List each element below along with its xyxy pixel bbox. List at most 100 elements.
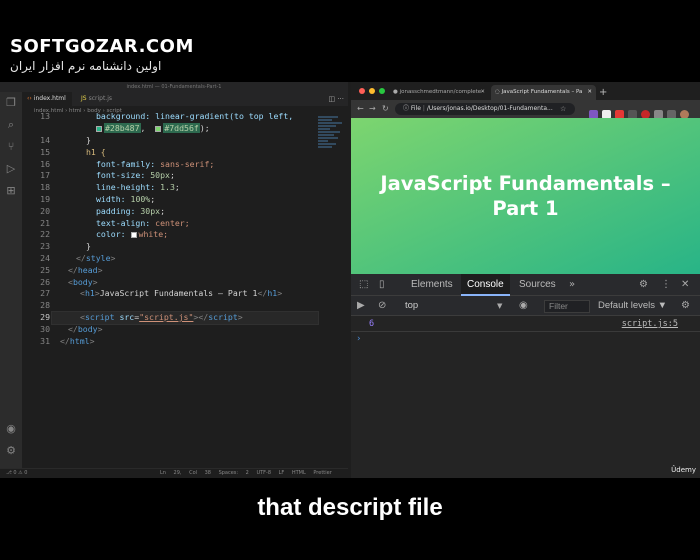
tab-label: script.js xyxy=(88,95,112,102)
settings-gear-icon[interactable]: ⚙ xyxy=(0,440,22,462)
close-tab-icon[interactable]: ✕ xyxy=(480,85,485,100)
tab-label: index.html xyxy=(33,95,66,102)
status-problems[interactable]: ⎇ 0 ⚠ 0 xyxy=(6,469,27,478)
color-swatch[interactable] xyxy=(130,231,137,238)
info-icon: ⓘ xyxy=(403,105,411,112)
maximize-window-icon[interactable] xyxy=(379,88,385,94)
udemy-logo: Ûdemy xyxy=(671,466,696,474)
account-icon[interactable]: ◉ xyxy=(0,418,22,440)
code-line: background: linear-gradient(to top left, xyxy=(96,111,294,121)
line-number: 21 xyxy=(40,217,50,228)
url-text: /Users/jonas.io/Desktop/01-Fundamenta... xyxy=(426,105,553,112)
editor-tabs: ‹› index.html JS script.js ◫ ··· xyxy=(22,92,348,106)
more-tabs-icon[interactable]: » xyxy=(569,274,575,296)
console-filter-input[interactable]: Filter xyxy=(544,300,590,313)
inspect-element-icon[interactable]: ⬚ xyxy=(359,274,368,296)
browser-tab-active[interactable]: ◌ JavaScript Fundamentals – Pa ✕ xyxy=(491,85,596,100)
split-editor-icon[interactable]: ◫ ··· xyxy=(328,92,344,106)
code-line: h1 { xyxy=(86,146,106,157)
color-swatch[interactable] xyxy=(155,125,162,132)
minimize-window-icon[interactable] xyxy=(369,88,375,94)
code-line: color: white; xyxy=(96,229,169,240)
code-line: </head> xyxy=(68,264,103,275)
sidebar-toggle-icon[interactable]: ▶ xyxy=(357,296,365,316)
log-value: 6 xyxy=(369,319,375,329)
line-number: 20 xyxy=(40,205,50,216)
code-area[interactable]: 13 background: linear-gradient(to top le… xyxy=(22,111,319,468)
search-icon[interactable]: ⌕ xyxy=(0,114,22,136)
line-number: 27 xyxy=(40,288,50,299)
console-prompt[interactable]: › xyxy=(357,334,361,344)
minimap[interactable] xyxy=(318,116,348,166)
line-number: 19 xyxy=(40,194,50,204)
page-heading: JavaScript Fundamentals – Part 1 xyxy=(380,171,671,220)
line-number: 24 xyxy=(40,253,50,263)
code-line: line-height: 1.3; xyxy=(96,182,180,193)
browser-tab-github[interactable]: ● jonasschmedtmann/complete- ✕ xyxy=(389,85,489,100)
tab-elements[interactable]: Elements xyxy=(405,274,459,296)
tab-index-html[interactable]: ‹› index.html xyxy=(22,92,72,106)
code-line: </style> xyxy=(76,253,116,263)
tab-sources[interactable]: Sources xyxy=(513,274,562,296)
code-line: <body> xyxy=(68,276,98,287)
url-scheme: File xyxy=(410,105,421,112)
line-number: 31 xyxy=(40,335,50,346)
html-file-icon: ‹› xyxy=(27,95,32,102)
console-log-row: 6 script.js:5 xyxy=(351,316,700,332)
line-number: 25 xyxy=(40,264,50,275)
screen: index.html — 01-Fundamentals-Part-1 ❐ ⌕ … xyxy=(0,82,700,478)
code-line: <h1>JavaScript Fundamentals – Part 1</h1… xyxy=(80,288,283,299)
more-options-icon[interactable]: ⋮ xyxy=(661,274,671,296)
line-number: 28 xyxy=(40,300,50,311)
code-line: </body> xyxy=(68,323,103,334)
live-expression-eye-icon[interactable]: ◉ xyxy=(519,296,528,316)
line-number: 13 xyxy=(40,111,50,121)
code-line: } xyxy=(86,241,91,252)
bookmark-star-icon[interactable]: ☆ xyxy=(560,103,566,115)
line-number: 26 xyxy=(40,276,50,287)
tab-console[interactable]: Console xyxy=(461,274,510,296)
settings-gear-icon[interactable]: ⚙ xyxy=(639,274,648,296)
page-hero: JavaScript Fundamentals – Part 1 xyxy=(351,118,700,274)
close-window-icon[interactable] xyxy=(359,88,365,94)
line-number: 18 xyxy=(40,182,50,193)
explorer-icon[interactable]: ❐ xyxy=(0,92,22,114)
tab-script-js[interactable]: JS script.js xyxy=(76,92,116,106)
video-caption: that descript file xyxy=(257,494,443,521)
close-tab-icon[interactable]: ✕ xyxy=(587,85,592,100)
clear-console-icon[interactable]: ⊘ xyxy=(378,296,386,316)
context-selector[interactable]: top xyxy=(405,296,418,316)
console-settings-icon[interactable]: ⚙ xyxy=(681,296,690,316)
address-bar[interactable]: ⓘ File | /Users/jonas.io/Desktop/01-Fund… xyxy=(395,103,575,115)
code-line: width: 100%; xyxy=(96,194,156,204)
browser-tab-strip: ● jonasschmedtmann/complete- ✕ ◌ JavaScri… xyxy=(351,82,700,100)
code-line: text-align: center; xyxy=(96,217,190,228)
current-code-line[interactable]: <script src="script.js"></script> xyxy=(51,311,319,325)
code-line: #28b487, #7dd56f); xyxy=(96,123,210,135)
devtools-panel: ⬚ ▯ Elements Console Sources » ⚙ ⋮ ✕ ▶ ⊘… xyxy=(351,274,700,478)
code-line: } xyxy=(86,135,91,145)
run-icon[interactable]: ▷ xyxy=(0,158,22,180)
browser-tab-label: JavaScript Fundamentals – Pa xyxy=(501,89,583,95)
chevron-down-icon[interactable]: ▼ xyxy=(497,296,502,316)
devtools-tab-bar: ⬚ ▯ Elements Console Sources » ⚙ ⋮ ✕ xyxy=(351,274,700,296)
status-info[interactable]: Ln 29, Col 38 Spaces: 2 UTF-8 LF HTML Pr… xyxy=(160,469,332,478)
device-toolbar-icon[interactable]: ▯ xyxy=(379,274,385,296)
new-tab-icon[interactable]: + xyxy=(599,85,607,100)
log-levels-dropdown[interactable]: Default levels ▼ xyxy=(598,296,667,316)
watermark-subtitle: اولین دانشنامه نرم افزار ایران xyxy=(10,59,162,73)
reload-icon[interactable]: ↻ xyxy=(382,100,389,118)
source-control-icon[interactable]: ⑂ xyxy=(0,136,22,158)
close-devtools-icon[interactable]: ✕ xyxy=(681,274,689,296)
log-source-link[interactable]: script.js:5 xyxy=(622,316,678,332)
line-number: 30 xyxy=(40,323,50,334)
back-icon[interactable]: ← xyxy=(357,100,364,118)
editor-status-bar: ⎇ 0 ⚠ 0 Ln 29, Col 38 Spaces: 2 UTF-8 LF… xyxy=(0,468,348,478)
code-editor: index.html — 01-Fundamentals-Part-1 ❐ ⌕ … xyxy=(0,82,348,478)
forward-icon[interactable]: → xyxy=(369,100,376,118)
js-file-icon: JS xyxy=(81,95,87,102)
line-number: 29 xyxy=(40,312,50,322)
line-number: 16 xyxy=(40,158,50,169)
color-swatch[interactable] xyxy=(96,125,102,132)
extensions-icon[interactable]: ⊞ xyxy=(0,180,22,202)
